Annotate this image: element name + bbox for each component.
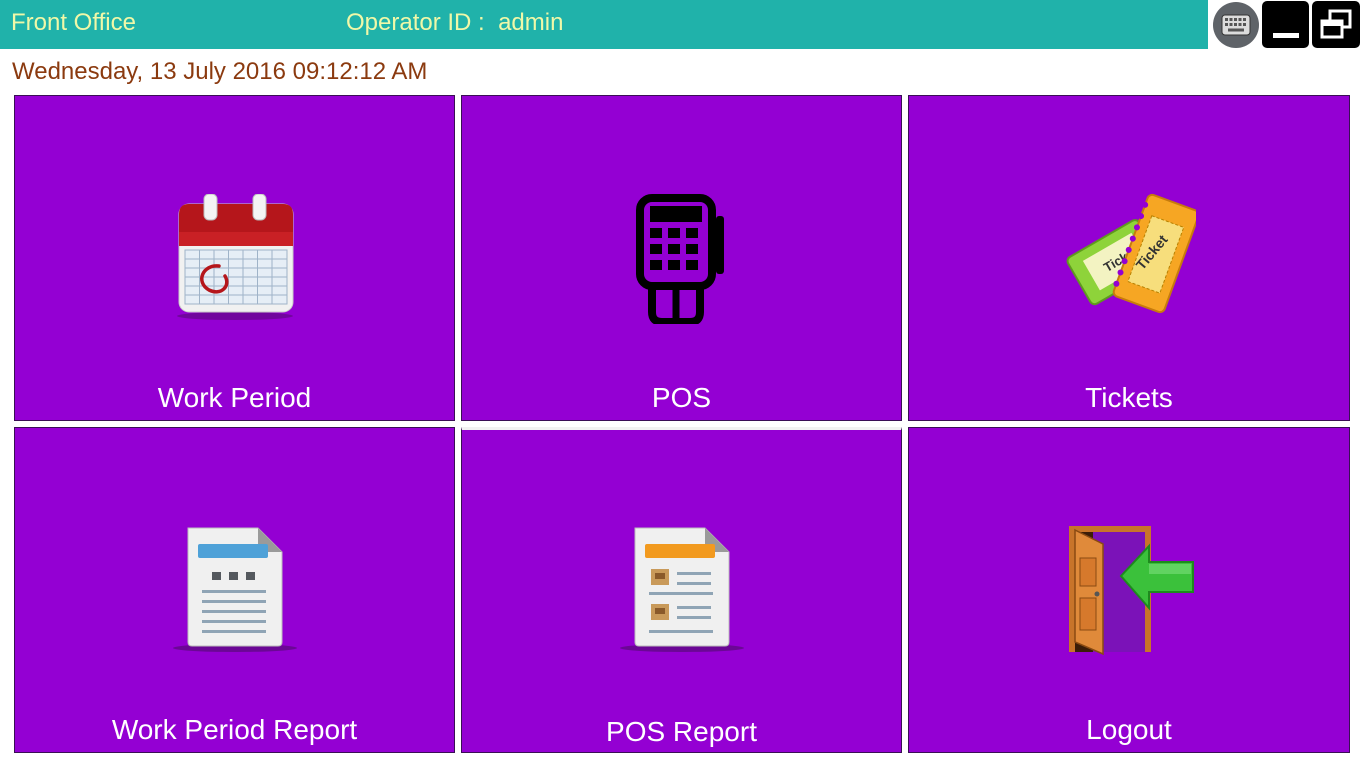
restore-icon: [1320, 9, 1352, 38]
calendar-icon: [173, 193, 297, 324]
work-period-report-tile[interactable]: Work Period Report: [14, 427, 455, 753]
keyboard-button[interactable]: [1212, 0, 1260, 49]
tickets-label: Tickets: [1085, 382, 1173, 413]
exit-door-icon: [1063, 524, 1195, 660]
logout-tile[interactable]: Logout: [908, 427, 1350, 753]
work-period-label: Work Period: [157, 382, 312, 413]
minimize-button[interactable]: [1262, 1, 1309, 48]
operator-label: Operator ID :: [346, 9, 485, 36]
report-document-icon: [172, 526, 298, 658]
work-period-tile[interactable]: Work Period: [14, 95, 455, 421]
pos-label: POS: [651, 382, 712, 413]
card-terminal-icon: [635, 194, 728, 328]
pos-report-document-icon: [619, 526, 745, 658]
keyboard-icon: [1213, 1, 1259, 48]
minimize-icon: [1272, 32, 1299, 38]
header-bar: Front Office Operator ID : admin: [0, 0, 1208, 49]
work-period-report-label: Work Period Report: [111, 714, 358, 745]
pos-tile[interactable]: POS: [461, 95, 902, 421]
operator-value: admin: [498, 9, 564, 36]
operator-info: Operator ID : admin: [346, 9, 563, 37]
app-title: Front Office: [11, 9, 136, 36]
pos-report-label: POS Report: [606, 716, 757, 747]
pos-report-tile[interactable]: POS Report: [461, 427, 902, 753]
tickets-icon: Tick Ticket: [1062, 192, 1200, 328]
tickets-tile[interactable]: Tick Ticket Tickets: [908, 95, 1350, 421]
current-datetime: Wednesday, 13 July 2016 09:12:12 AM: [12, 58, 428, 85]
restore-button[interactable]: [1312, 1, 1360, 48]
logout-label: Logout: [1086, 714, 1172, 745]
